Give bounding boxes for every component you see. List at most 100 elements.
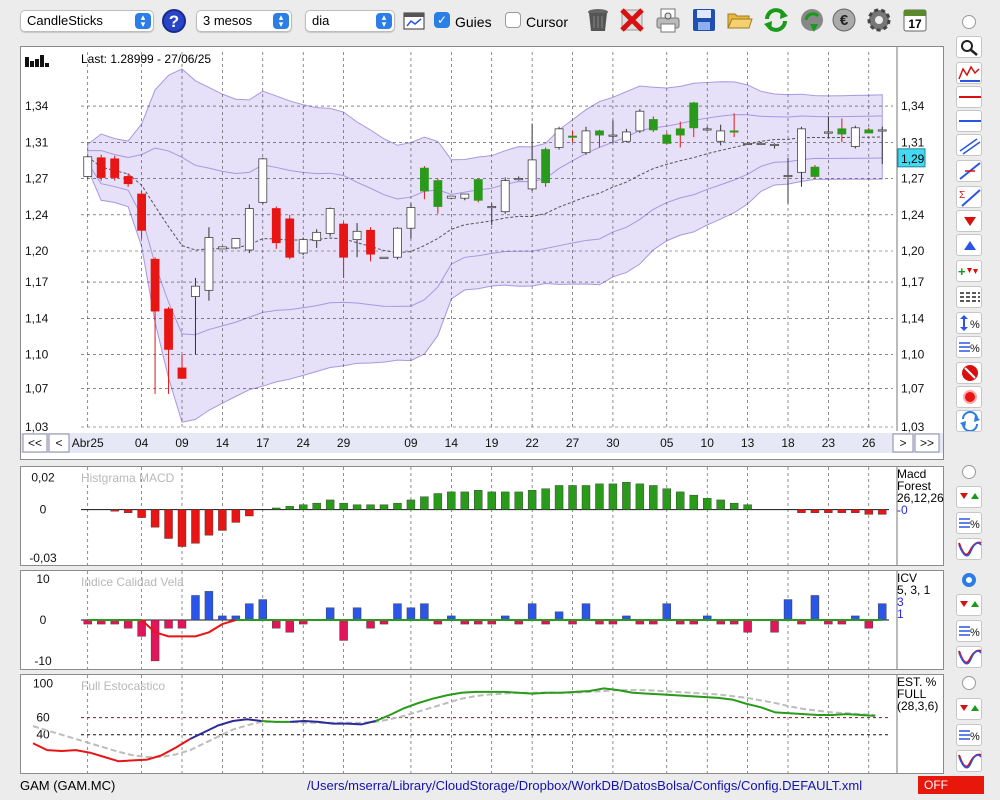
horizontal-line-blue-button[interactable] xyxy=(956,110,982,132)
add-arrows-button[interactable]: + xyxy=(956,260,982,282)
trash-button[interactable] xyxy=(584,6,612,34)
candle[interactable] xyxy=(500,177,510,214)
main-panel-radio[interactable] xyxy=(962,15,976,29)
candle[interactable] xyxy=(271,206,281,249)
chart-type-select[interactable]: CandleSticks ▴ ▾ xyxy=(20,10,154,32)
candle-body xyxy=(325,208,335,234)
nav-last-button-label: >> xyxy=(920,436,934,450)
lines-percent-icon: % xyxy=(959,518,980,531)
macd-bar xyxy=(366,504,375,510)
range-percent-button[interactable]: % xyxy=(956,312,982,334)
macd-bar xyxy=(743,504,752,510)
refresh-button[interactable] xyxy=(762,6,790,34)
open-folder-button[interactable] xyxy=(725,6,753,34)
candle[interactable] xyxy=(285,214,295,260)
macd-bar xyxy=(285,506,294,510)
candle[interactable] xyxy=(662,132,672,145)
zoom-button[interactable] xyxy=(956,36,982,58)
candle-body xyxy=(702,128,712,131)
candle[interactable] xyxy=(850,125,860,149)
save-button[interactable] xyxy=(690,6,718,34)
candle-body xyxy=(271,208,281,244)
record-button[interactable] xyxy=(956,386,982,408)
candle[interactable] xyxy=(298,237,308,256)
stop-button[interactable] xyxy=(956,362,982,384)
delete-button[interactable] xyxy=(618,6,646,34)
candle-body xyxy=(177,367,187,379)
oscillator-curve-button[interactable] xyxy=(956,750,982,772)
candle[interactable] xyxy=(231,238,241,249)
window-button[interactable] xyxy=(403,10,425,32)
candle-body xyxy=(500,180,510,213)
x-tick-label: 27 xyxy=(566,436,580,450)
swap-icon xyxy=(960,411,980,432)
svg-text:%: % xyxy=(970,319,980,331)
candle[interactable] xyxy=(581,126,591,155)
price-chart-panel[interactable]: 1,34 1,34 1,31 1,31 1,27 1,27 1,24 1,24 1,20 1,20… xyxy=(20,46,944,460)
lines-percent-button[interactable]: % xyxy=(956,620,982,642)
lines-percent-button[interactable]: % xyxy=(956,336,982,358)
icv-panel-radio[interactable] xyxy=(962,573,976,587)
candle[interactable] xyxy=(473,178,483,203)
arrows-down-up-button[interactable] xyxy=(956,698,982,720)
candle[interactable] xyxy=(217,246,227,250)
cursor-checkbox[interactable] xyxy=(505,12,521,28)
oscillator-curve-button[interactable] xyxy=(956,646,982,668)
candle[interactable] xyxy=(393,227,402,260)
lines-percent-button[interactable]: % xyxy=(956,512,982,534)
candle[interactable] xyxy=(244,204,254,254)
stochastic-panel-radio[interactable] xyxy=(962,676,976,690)
trend-line-button[interactable] xyxy=(956,160,982,182)
candle[interactable] xyxy=(258,157,268,205)
interval-select[interactable]: dia ▴ ▾ xyxy=(305,10,395,32)
currency-button[interactable]: € xyxy=(830,6,858,34)
settings-button[interactable] xyxy=(865,6,893,34)
x-tick-label: 09 xyxy=(175,436,189,450)
lines-percent-button[interactable]: % xyxy=(956,724,982,746)
macd-bar xyxy=(581,485,591,510)
candle[interactable] xyxy=(325,207,335,237)
candle[interactable] xyxy=(635,109,645,133)
candle[interactable] xyxy=(110,155,120,181)
x-tick-label: 09 xyxy=(404,436,418,450)
arrows-down-up-button[interactable] xyxy=(956,486,982,508)
print-button[interactable] xyxy=(654,6,682,34)
guides-checkbox[interactable]: ✓ xyxy=(434,12,450,28)
off-toggle-button[interactable]: OFF xyxy=(918,776,984,794)
candle[interactable] xyxy=(83,155,93,179)
arrow-down-button[interactable] xyxy=(956,210,982,232)
sum-trend-button[interactable]: Σ xyxy=(956,186,982,208)
candle[interactable] xyxy=(810,165,820,179)
help-button[interactable]: ? xyxy=(162,9,186,33)
download-button[interactable] xyxy=(798,6,826,34)
price-chart[interactable]: 1,34 1,34 1,31 1,31 1,27 1,27 1,24 1,24 1,20 1,20… xyxy=(21,47,943,459)
arrows-down-up-button[interactable] xyxy=(956,594,982,616)
bar-chart-icon-bar xyxy=(45,63,49,67)
swap-button[interactable] xyxy=(956,410,982,432)
delete-icon xyxy=(620,8,644,32)
candle-body xyxy=(797,128,806,173)
horizontal-line-button[interactable] xyxy=(956,86,982,108)
candle[interactable] xyxy=(541,147,550,187)
candle-body xyxy=(83,156,93,177)
oscillator-curve-button[interactable] xyxy=(956,538,982,560)
window-icon xyxy=(403,12,425,30)
list-lines-button[interactable] xyxy=(956,286,982,308)
x-tick-label: 24 xyxy=(297,436,311,450)
stochastic-panel[interactable]: 100 60 40 Full Estocastico EST. % FULL (28… xyxy=(20,674,944,774)
config-path-link[interactable]: /Users/mserra/Library/CloudStorage/Dropb… xyxy=(307,778,862,793)
candle[interactable] xyxy=(96,154,106,181)
candle[interactable] xyxy=(554,126,564,150)
macd-panel-radio[interactable] xyxy=(962,465,976,479)
macd-panel[interactable]: 0,02 0 -0,03 Histgrama MACD Macd Forest 26… xyxy=(20,466,944,566)
calendar-button[interactable]: 17 xyxy=(901,6,929,34)
period-select[interactable]: 3 mesos ▴ ▾ xyxy=(196,10,292,32)
macd-bar xyxy=(595,483,604,510)
bar-chart-button[interactable] xyxy=(956,62,982,84)
icv-panel[interactable]: 10 0 -10 Indice Calidad Vela ICV 5, 3, 1 3… xyxy=(20,570,944,670)
channel-button[interactable] xyxy=(956,134,982,156)
candle[interactable] xyxy=(379,256,389,259)
candle[interactable] xyxy=(204,227,214,301)
x-tick-label: 05 xyxy=(660,436,674,450)
arrow-up-button[interactable] xyxy=(956,234,982,256)
